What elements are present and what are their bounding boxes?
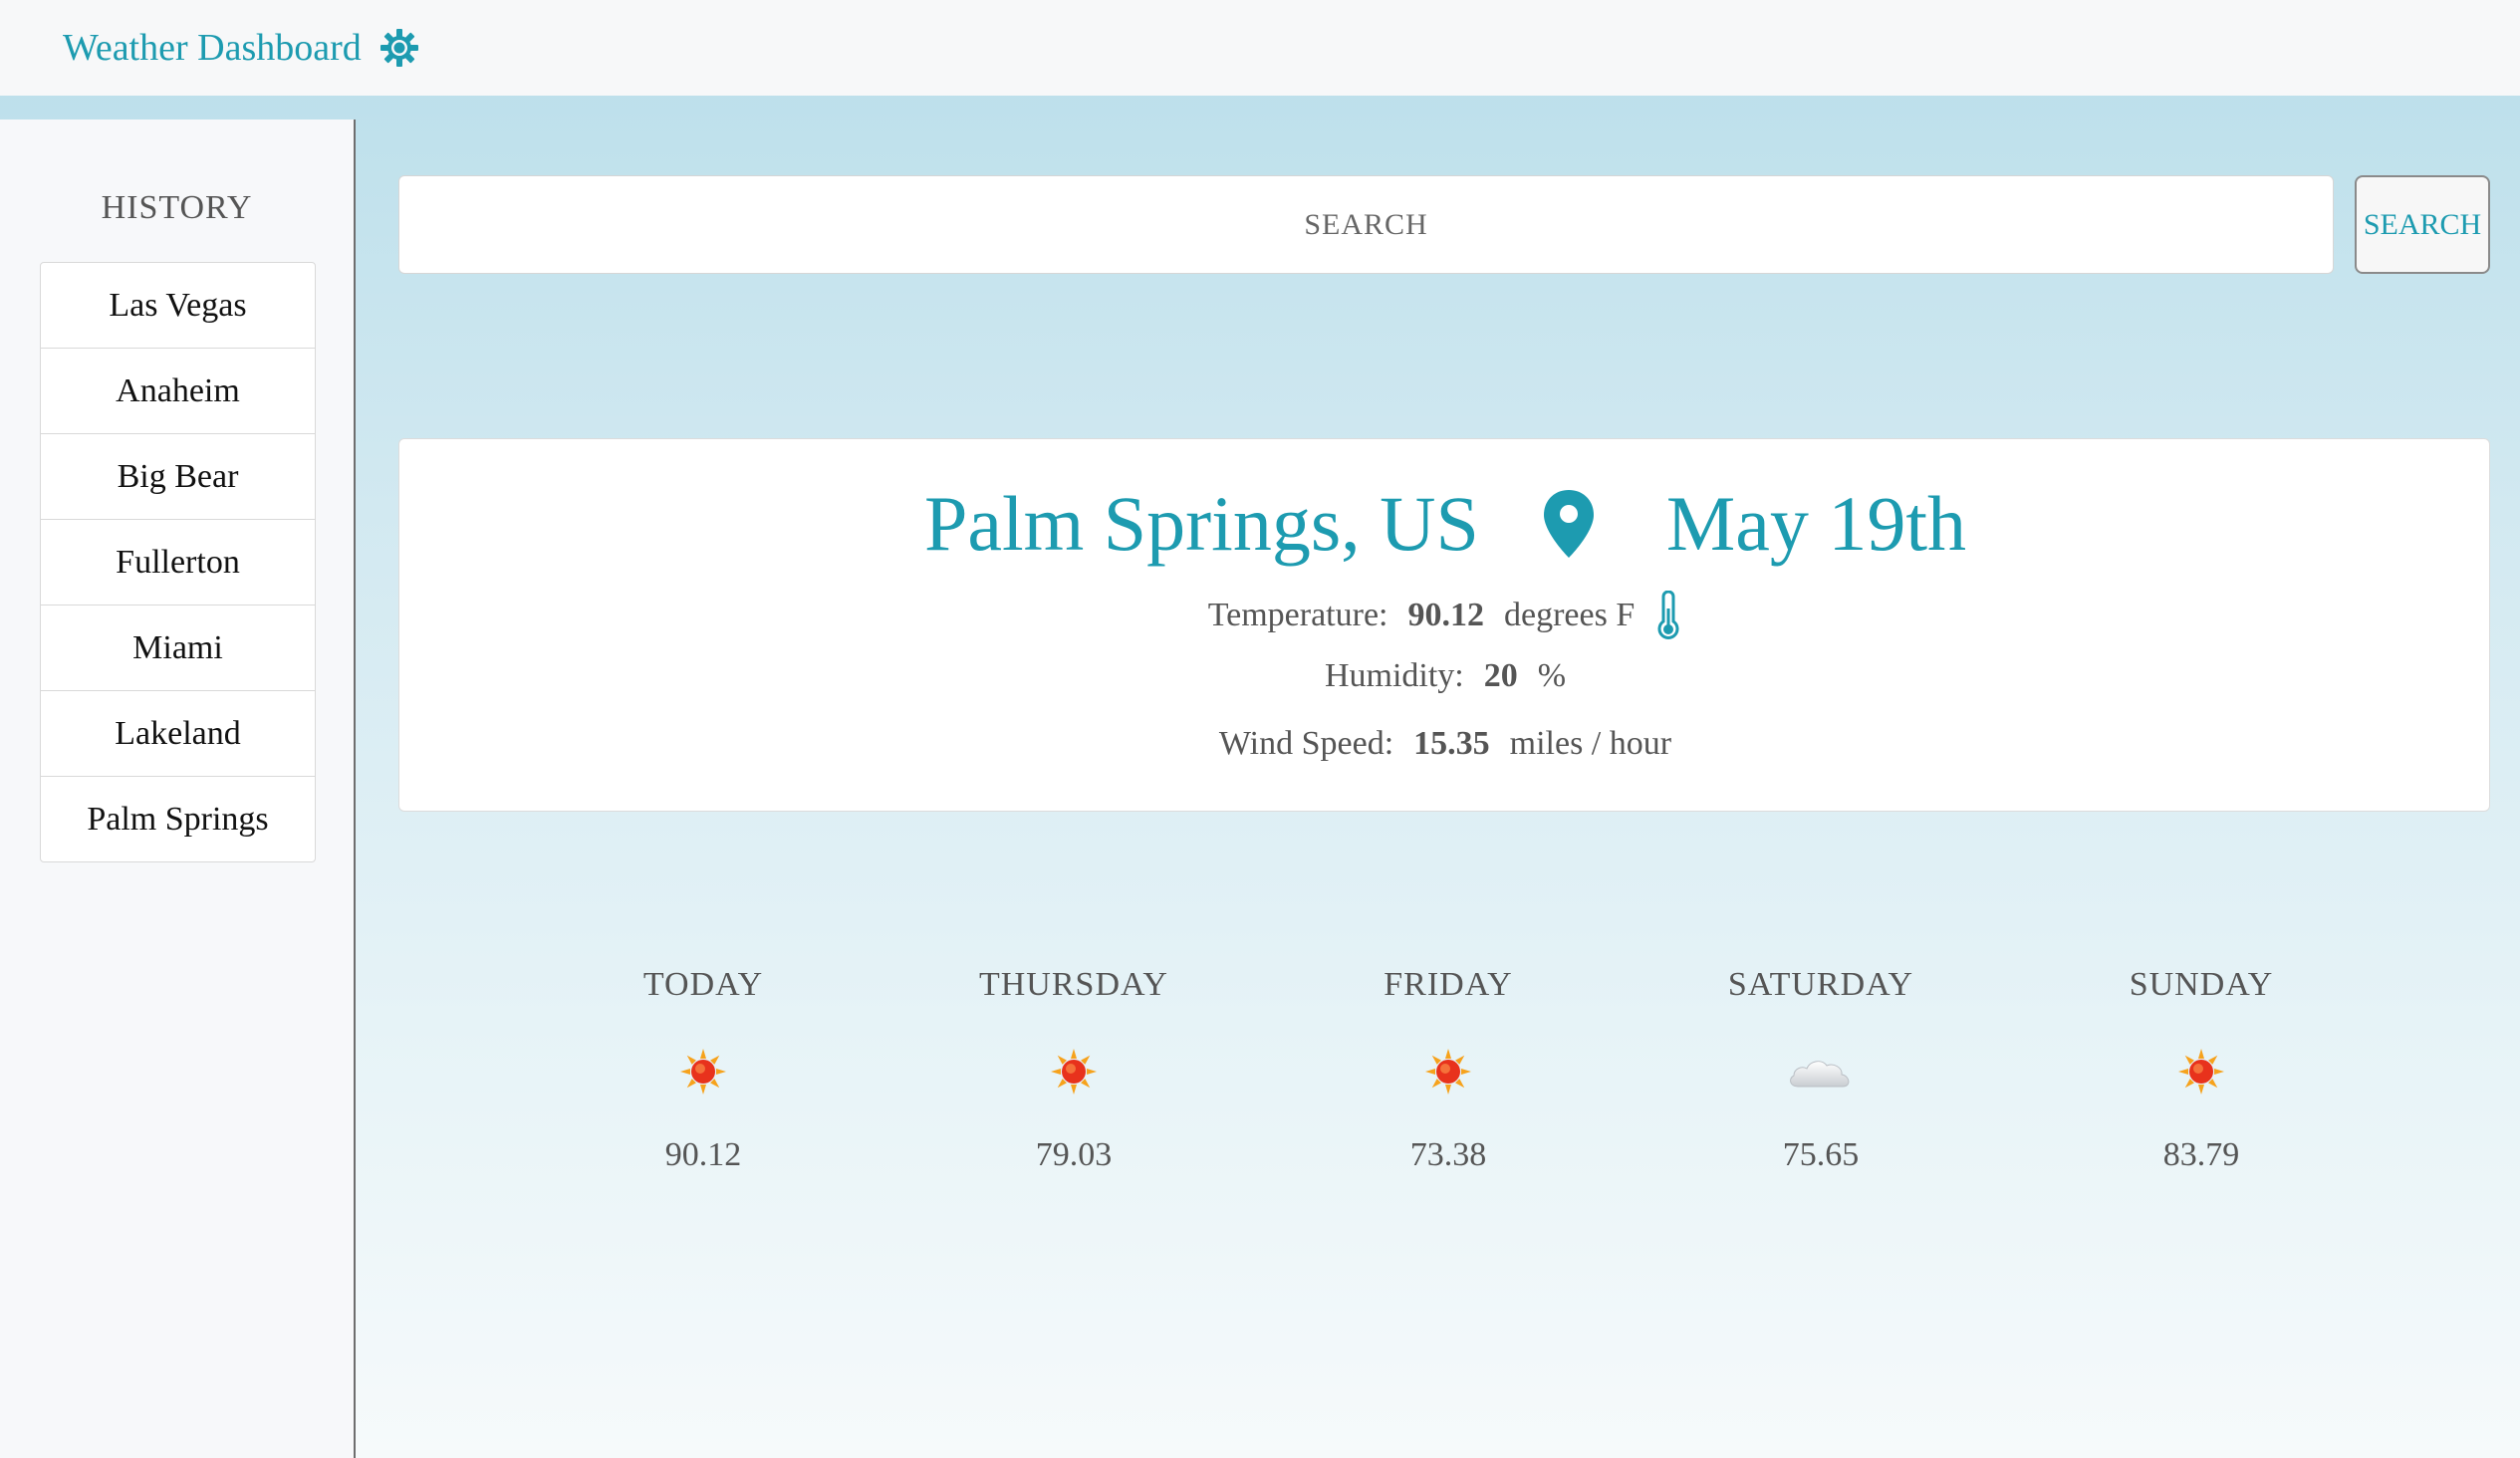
forecast-temp: 83.79 — [2162, 1136, 2240, 1173]
history-item[interactable]: Palm Springs — [41, 777, 315, 861]
current-date: May 19th — [1665, 480, 1967, 567]
wind-speed-row: Wind Speed: 15.35 miles / hour — [399, 725, 2491, 763]
sun-icon — [680, 1049, 726, 1094]
temperature-label: Temperature: — [1207, 597, 1388, 633]
cloud-icon — [1790, 1061, 1850, 1088]
forecast-day: SATURDAY 75.65 — [1671, 966, 1970, 1174]
map-pin-icon — [1543, 490, 1594, 558]
history-list: Las Vegas Anaheim Big Bear Fullerton Mia… — [40, 262, 316, 862]
wind-speed-unit: miles / hour — [1509, 725, 1672, 762]
brand[interactable]: Weather Dashboard — [63, 26, 419, 70]
humidity-unit: % — [1537, 657, 1567, 694]
temperature-unit: degrees F — [1504, 597, 1636, 633]
forecast-day-label: TODAY — [642, 966, 764, 1003]
humidity-row: Humidity: 20 % — [399, 657, 2491, 695]
humidity-value: 20 — [1483, 657, 1518, 694]
history-item[interactable]: Anaheim — [41, 349, 315, 434]
history-item[interactable]: Big Bear — [41, 434, 315, 520]
forecast-day-label: SATURDAY — [1727, 966, 1914, 1003]
navbar: Weather Dashboard — [0, 0, 2520, 96]
temperature-row: Temperature: 90.12 degrees F — [399, 591, 2491, 640]
forecast-day-label: SUNDAY — [2129, 966, 2274, 1003]
forecast-day: FRIDAY 73.38 — [1299, 966, 1598, 1174]
search-input[interactable] — [398, 175, 2334, 274]
history-item[interactable]: Miami — [41, 606, 315, 691]
forecast-day: SUNDAY 83.79 — [2052, 966, 2351, 1174]
forecast-day-label: THURSDAY — [978, 966, 1168, 1003]
search-button[interactable]: SEARCH — [2355, 175, 2490, 274]
history-item[interactable]: Las Vegas — [41, 263, 315, 349]
history-item[interactable]: Fullerton — [41, 520, 315, 606]
history-heading: HISTORY — [101, 189, 253, 226]
sun-icon — [1051, 1049, 1097, 1094]
forecast-day-label: FRIDAY — [1384, 966, 1513, 1003]
sun-icon — [1425, 1049, 1471, 1094]
sun-icon — [2178, 1049, 2224, 1094]
forecast-temp: 75.65 — [1782, 1136, 1860, 1173]
forecast-temp: 79.03 — [1035, 1136, 1113, 1173]
wind-speed-label: Wind Speed: — [1218, 725, 1394, 762]
humidity-label: Humidity: — [1324, 657, 1464, 694]
brand-title: Weather Dashboard — [63, 27, 362, 69]
forecast-day: TODAY 90.12 — [554, 966, 853, 1174]
forecast-temp: 90.12 — [664, 1136, 742, 1173]
current-weather-card: Palm Springs, US May 19th Temperature: 9… — [398, 438, 2490, 812]
forecast-temp: 73.38 — [1409, 1136, 1487, 1173]
city-row: Palm Springs, US May 19th — [399, 479, 2491, 569]
sidebar: HISTORY Las Vegas Anaheim Big Bear Fulle… — [0, 120, 356, 1458]
sun-gear-icon — [379, 29, 418, 67]
thermometer-icon — [1657, 591, 1679, 639]
city-name: Palm Springs, US — [923, 480, 1479, 567]
forecast-day: THURSDAY 79.03 — [924, 966, 1223, 1174]
history-item[interactable]: Lakeland — [41, 691, 315, 777]
wind-speed-value: 15.35 — [1413, 725, 1490, 762]
temperature-value: 90.12 — [1407, 597, 1485, 633]
